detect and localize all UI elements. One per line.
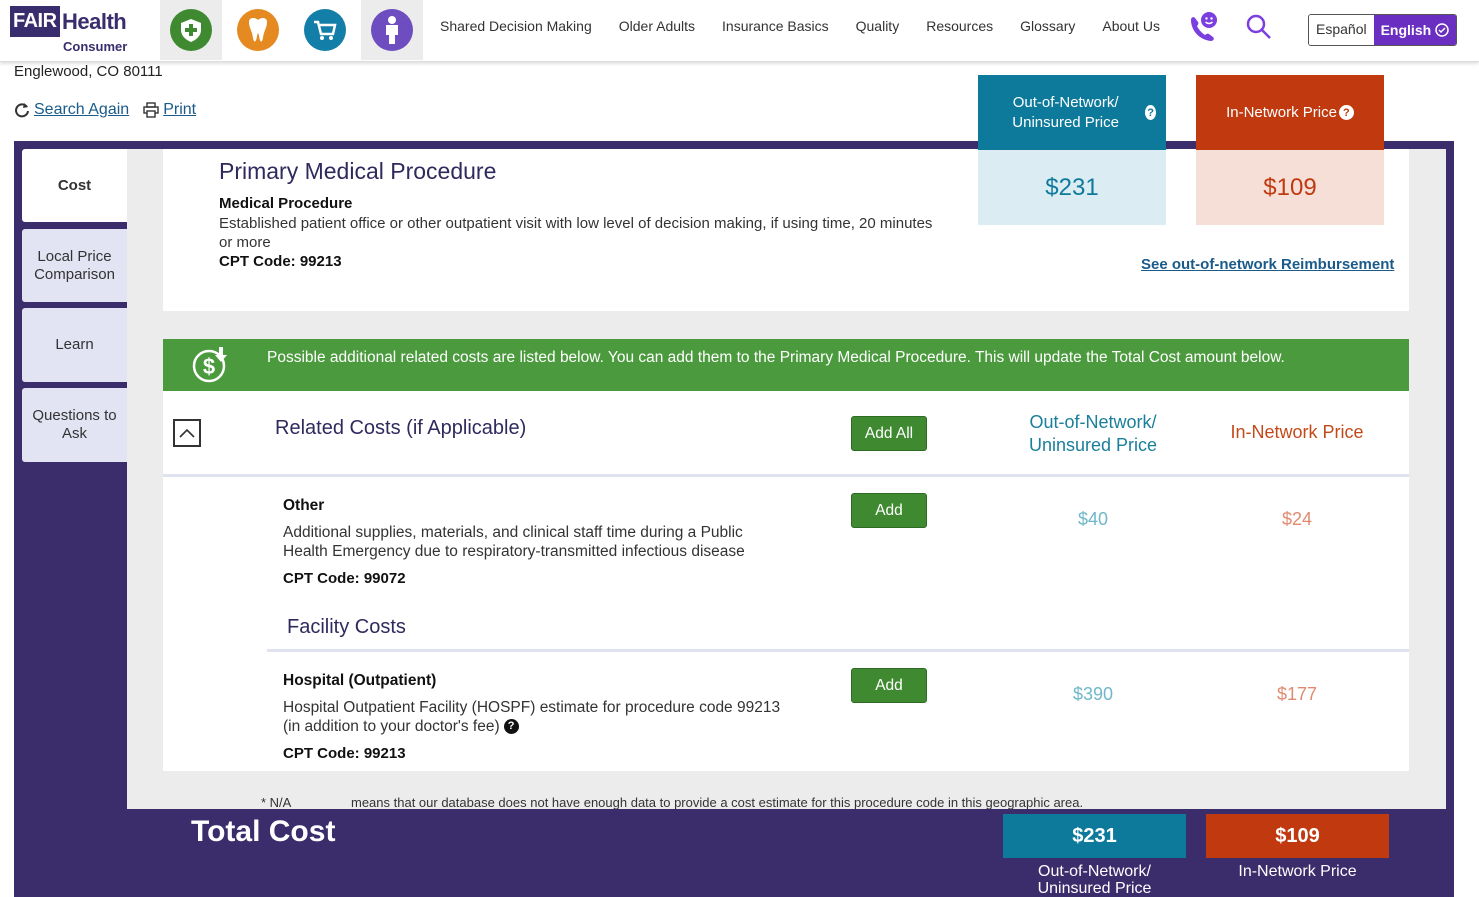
primary-title: Primary Medical Procedure <box>219 158 497 184</box>
nav-link-shared-decision[interactable]: Shared Decision Making <box>440 18 592 34</box>
add-button[interactable]: Add <box>851 668 927 703</box>
main-nav: Shared Decision Making Older Adults Insu… <box>440 18 1187 34</box>
oon-price-header: Out-of-Network/ Uninsured Price? <box>978 75 1166 150</box>
tab-local-price-comparison[interactable]: Local Price Comparison <box>22 229 127 302</box>
in-network-price-box: In-Network Price? $109 <box>1196 75 1384 225</box>
in-network-price-value: $109 <box>1196 150 1384 225</box>
related-item-oon-price: $40 <box>1077 509 1109 529</box>
nav-link-resources[interactable]: Resources <box>926 18 993 34</box>
lang-english-label: English <box>1380 22 1432 38</box>
nav-link-quality[interactable]: Quality <box>856 18 900 34</box>
total-oon-label: Out-of-Network/ Uninsured Price <box>1037 863 1152 897</box>
footnote-text: means that our database does not have en… <box>351 795 1084 810</box>
in-network-price-label: In-Network Price <box>1226 103 1337 121</box>
facility-item-description-text: Hospital Outpatient Facility (HOSPF) est… <box>283 699 781 735</box>
add-all-button[interactable]: Add All <box>851 416 927 451</box>
lang-espanol[interactable]: Español <box>1309 15 1374 45</box>
search-icon[interactable] <box>1245 13 1273 46</box>
search-again-label: Search Again <box>34 101 130 118</box>
header-divider <box>163 474 1409 477</box>
related-item-cpt: CPT Code: 99072 <box>283 570 406 587</box>
cart-icon <box>304 9 346 51</box>
footnote-key: * N/A <box>261 795 292 810</box>
nav-medical[interactable] <box>160 0 222 60</box>
print-label: Print <box>163 101 197 118</box>
oon-price-label: Out-of-Network/ Uninsured Price <box>1012 93 1119 131</box>
procedure-cpt: CPT Code: 99213 <box>219 253 342 270</box>
print-icon <box>143 102 159 118</box>
medical-icon <box>170 9 212 51</box>
facility-item-cpt: CPT Code: 99213 <box>283 745 406 762</box>
total-oon-value: $231 <box>1003 814 1186 858</box>
svg-text:$: $ <box>203 354 215 379</box>
dollar-down-icon: $ <box>192 347 227 383</box>
related-item-in-network-price: $24 <box>1281 509 1313 529</box>
logo-fair: FAIR <box>10 6 60 37</box>
result-actions: Search Again Print <box>14 101 196 119</box>
total-cost-label: Total Cost <box>191 815 336 848</box>
language-toggle: Español English <box>1308 14 1458 46</box>
na-footnote: * N/A means that our database does not ha… <box>261 795 1083 810</box>
nav-link-older-adults[interactable]: Older Adults <box>619 18 695 34</box>
fairhealth-logo[interactable]: FAIR Health Consumer <box>10 6 130 54</box>
related-costs-banner: $ Possible additional related costs are … <box>163 339 1409 391</box>
check-circle-icon <box>1435 23 1449 37</box>
related-costs-panel: Related Costs (if Applicable) Add All Ou… <box>163 391 1409 771</box>
print-link[interactable]: Print <box>143 101 196 119</box>
column-header-in-network: In-Network Price <box>1230 422 1364 442</box>
person-icon <box>371 9 413 51</box>
site-header: FAIR Health Consumer Shared Decision Mak… <box>0 0 1479 62</box>
nav-dental[interactable] <box>227 0 289 60</box>
facility-costs-title: Facility Costs <box>287 616 406 638</box>
dental-icon <box>237 9 279 51</box>
procedure-label: Medical Procedure <box>219 195 353 212</box>
nav-link-about-us[interactable]: About Us <box>1102 18 1160 34</box>
facility-item-in-network-price: $177 <box>1276 684 1318 704</box>
help-icon[interactable]: ? <box>1145 105 1156 120</box>
help-icon[interactable]: ? <box>503 719 519 735</box>
nav-link-glossary[interactable]: Glossary <box>1020 18 1075 34</box>
tab-cost[interactable]: Cost <box>22 149 127 222</box>
lang-english[interactable]: English <box>1373 15 1457 45</box>
related-item-name: Other <box>283 497 325 514</box>
tab-questions-to-ask[interactable]: Questions to Ask <box>22 388 127 462</box>
refresh-icon <box>15 103 29 118</box>
logo-health: Health <box>62 9 127 34</box>
nav-cost-lookup[interactable] <box>294 0 356 60</box>
nav-link-insurance-basics[interactable]: Insurance Basics <box>722 18 829 34</box>
oon-reimbursement-link[interactable]: See out-of-network Reimbursement <box>1141 256 1394 273</box>
facility-item-oon-price: $390 <box>1072 684 1114 704</box>
chevron-up-icon <box>179 428 195 438</box>
tab-learn[interactable]: Learn <box>22 308 127 382</box>
banner-text: Possible additional related costs are li… <box>267 349 1285 366</box>
procedure-description: Established patient office or other outp… <box>219 215 933 251</box>
nav-person[interactable] <box>361 0 423 60</box>
column-header-oon: Out-of-Network/ Uninsured Price <box>1028 412 1158 455</box>
logo-consumer: Consumer <box>63 39 128 54</box>
search-again-link[interactable]: Search Again <box>14 101 129 119</box>
facility-divider <box>267 649 1409 652</box>
add-button[interactable]: Add <box>851 493 927 528</box>
oon-price-box: Out-of-Network/ Uninsured Price? $231 <box>978 75 1166 225</box>
collapse-button[interactable] <box>173 419 201 447</box>
total-in-network-label: In-Network Price <box>1238 863 1357 880</box>
in-network-price-header: In-Network Price? <box>1196 75 1384 150</box>
phone-chat-icon[interactable] <box>1185 10 1221 51</box>
related-item-description: Additional supplies, materials, and clin… <box>283 524 745 560</box>
help-icon[interactable]: ? <box>1338 105 1354 120</box>
related-costs-title: Related Costs (if Applicable) <box>275 417 527 439</box>
oon-price-value: $231 <box>978 150 1166 225</box>
total-in-network-value: $109 <box>1206 814 1389 858</box>
location-text: Englewood, CO 80111 <box>14 63 163 80</box>
facility-item-name: Hospital (Outpatient) <box>283 672 437 689</box>
facility-item-description: Hospital Outpatient Facility (HOSPF) est… <box>283 698 783 736</box>
